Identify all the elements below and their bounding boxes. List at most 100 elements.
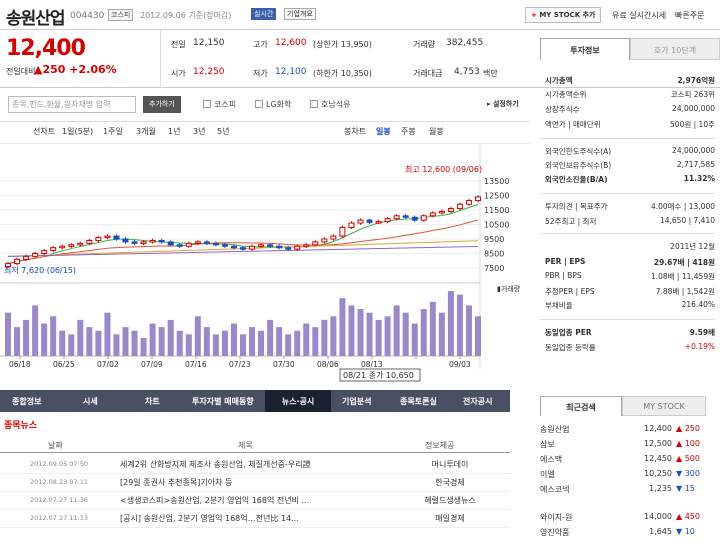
candle — [95, 237, 102, 241]
recent-name[interactable]: 에스코넥 — [540, 484, 569, 495]
invest-row: 투자의견 | 목표주가 4.00매수 | 13,000 — [545, 201, 715, 214]
volume-bar — [348, 305, 355, 356]
company-overview-button[interactable]: 기업개요 — [284, 8, 316, 20]
tab-quotes[interactable]: 시세 — [83, 396, 98, 407]
volume-bar — [447, 291, 454, 356]
add-mystock-button[interactable]: + MY STOCK 추가 — [525, 7, 602, 23]
x-tick-label: 07/09 — [141, 360, 163, 369]
invest-label: 동일업종 등락률 — [545, 343, 596, 352]
tab-news[interactable]: 뉴스·공시 — [265, 390, 331, 412]
recent-item[interactable]: 삼보 12,500 ▲ 100 — [540, 439, 715, 454]
chart-period-tabs: 선차트 1일(5분) 1주일 3개월 1년 3년 5년 봉차트 일봉 주봉 월봉 — [0, 122, 530, 142]
tab-1year[interactable]: 1년 — [168, 126, 180, 137]
candle — [321, 238, 328, 243]
news-row[interactable]: 2012.07.27 11:13 [공시] 송원산업, 2분기 영업익 168억…… — [0, 510, 510, 528]
tab-invest-info[interactable]: 투자정보 — [540, 38, 630, 60]
volume-bar — [366, 312, 373, 356]
price-chart[interactable]: 13500 12500 11500 10500 9500 8500 7500 06/18 06/… — [0, 143, 530, 383]
recent-item[interactable]: 에스맥 12,450 ▲ 500 — [540, 454, 715, 469]
recent-name[interactable]: 삼보 — [540, 439, 555, 450]
candle — [330, 235, 337, 240]
candle — [276, 245, 283, 249]
tab-line-chart[interactable]: 선차트 — [33, 126, 55, 137]
settings-link[interactable]: ▸ 설정하기 — [487, 99, 519, 109]
low-value: 12,100 — [275, 67, 307, 77]
tab-chart[interactable]: 차트 — [145, 396, 160, 407]
invest-value: 216.40% — [681, 300, 715, 309]
recent-change: ▼ 15 — [676, 484, 695, 493]
recent-name[interactable]: 와이지-원 — [540, 512, 572, 523]
tab-weekly[interactable]: 주봉 — [401, 126, 416, 137]
tab-daily[interactable]: 일봉 — [376, 126, 391, 137]
candle — [41, 250, 48, 254]
recent-price: 12,400 — [644, 424, 672, 433]
recent-item[interactable]: 이엘 10,250 ▼ 300 — [540, 469, 715, 484]
recent-price: 12,450 — [644, 454, 672, 463]
tab-3month[interactable]: 3개월 — [136, 126, 156, 137]
invest-value: 1.08배 | 11,459원 — [650, 272, 715, 281]
tab-recent-search[interactable]: 최근검색 — [540, 396, 622, 416]
paid-realtime-link[interactable]: 유료 실시간시세 — [612, 10, 666, 21]
tab-analysis[interactable]: 기업분석 — [342, 396, 371, 407]
current-price: 12,400 — [6, 36, 86, 61]
compare-checkbox-kospi[interactable]: 코스피 — [203, 99, 236, 110]
add-compare-button[interactable]: 추가하기 — [143, 96, 181, 113]
tab-3year[interactable]: 3년 — [193, 126, 205, 137]
change-rate: +2.06% — [69, 63, 117, 76]
candle — [176, 244, 183, 247]
realtime-button[interactable]: 실시간 — [251, 8, 277, 20]
invest-label: 52주최고 | 최저 — [545, 217, 597, 226]
candle — [339, 226, 346, 237]
tab-mystock[interactable]: MY STOCK — [622, 396, 706, 416]
tab-investor-trading[interactable]: 투자자별 매매동향 — [192, 396, 254, 407]
news-row[interactable]: 2012.07.27 11:36 <생생코스피>송원산업, 2분기 영업익 168… — [0, 492, 510, 510]
candle — [357, 219, 364, 224]
candle — [393, 215, 400, 220]
tab-1week[interactable]: 1주일 — [103, 126, 123, 137]
invest-row: 추정PER | EPS 7.88배 | 1,542원 — [545, 286, 715, 299]
tab-candle-chart[interactable]: 봉차트 — [344, 126, 366, 137]
recent-name[interactable]: 이엘 — [540, 469, 555, 480]
volume-bar — [167, 319, 174, 356]
candle — [303, 244, 310, 247]
tab-1day[interactable]: 1일(5분) — [62, 126, 93, 137]
tab-monthly[interactable]: 월봉 — [429, 126, 444, 137]
invest-info-tabs: 투자정보 호가 10단계 — [540, 38, 720, 62]
change-label: 전일대비 — [6, 67, 36, 76]
compare-search-input[interactable]: 종목,펀드,환율,원자재명 입력 — [8, 96, 136, 113]
recent-price: 10,250 — [644, 469, 672, 478]
tab-discussion[interactable]: 종목토론실 — [400, 396, 437, 407]
volume-bar — [230, 323, 237, 356]
recent-item[interactable]: 에스코넥 1,235 ▼ 15 — [540, 484, 715, 499]
recent-item[interactable]: 송원산업 12,400 ▲ 250 — [540, 424, 715, 439]
open-value: 12,250 — [193, 67, 225, 77]
recent-name[interactable]: 송원산업 — [540, 424, 569, 435]
news-source: 한국경제 — [435, 478, 465, 487]
recent-item[interactable]: 와이지-원 14,000 ▲ 450 — [540, 512, 715, 527]
news-headline[interactable]: <생생코스피>송원산업, 2분기 영업익 168억 전년비 ... — [120, 495, 309, 506]
recent-name[interactable]: 영진약품 — [540, 527, 569, 538]
invest-label: 투자의견 | 목표주가 — [545, 202, 608, 211]
volume-bar — [5, 312, 11, 356]
news-headline[interactable]: 세계2위 산화방지제 제조사 송원산업, 체질개선중-우리證 — [120, 459, 311, 470]
compare-checkbox-honam[interactable]: 호남석유 — [310, 99, 350, 110]
tab-5year[interactable]: 5년 — [217, 126, 229, 137]
compare-checkbox-lgchem[interactable]: LG화학 — [255, 99, 291, 110]
news-headline[interactable]: [공시] 송원산업, 2분기 영업익 168억…전년比 14... — [120, 513, 299, 524]
candle — [447, 208, 454, 212]
tab-orderbook[interactable]: 호가 10단계 — [630, 38, 720, 60]
candle — [32, 253, 39, 257]
quick-order-link[interactable]: 빠른주문 — [675, 10, 704, 21]
tab-disclosure[interactable]: 전자공시 — [463, 396, 492, 407]
prev-close-label: 전일 — [171, 40, 186, 49]
y-tick-label: 10500 — [484, 221, 509, 230]
volume-bar — [330, 316, 337, 356]
news-headline[interactable]: [29일 종권사 추천종목]기아차 등 — [120, 477, 232, 488]
news-row[interactable]: 2012.08.23 07:11 [29일 종권사 추천종목]기아차 등 한국경제 — [0, 474, 510, 492]
news-row[interactable]: 2012.09.05 07:50 세계2위 산화방지제 제조사 송원산업, 체질개… — [0, 456, 510, 474]
recent-name[interactable]: 에스맥 — [540, 454, 562, 465]
volume-bar — [59, 330, 66, 356]
tab-summary[interactable]: 종합정보 — [12, 396, 41, 407]
volume-bar — [384, 316, 391, 356]
price-change: ▲250 +2.06% — [34, 63, 117, 76]
